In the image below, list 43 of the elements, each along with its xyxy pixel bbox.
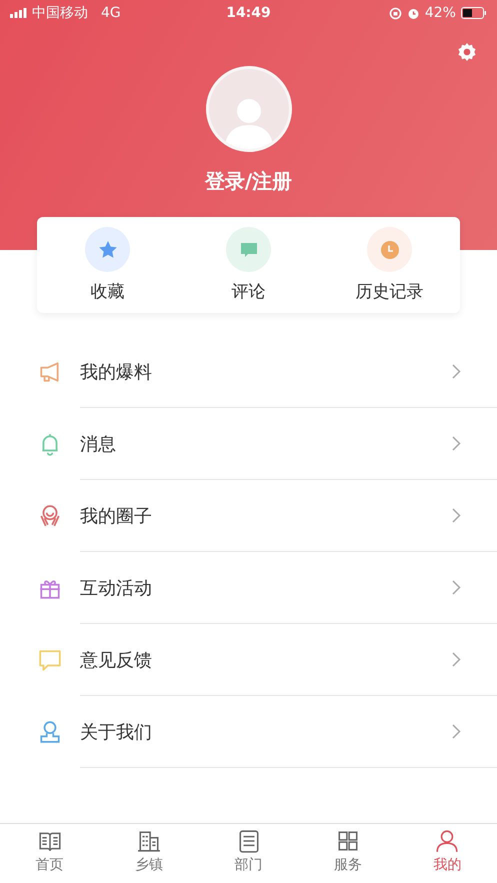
grid-icon [336, 829, 360, 853]
action-label: 收藏 [90, 281, 124, 303]
settings-icon [457, 42, 477, 62]
chevron-right-icon [452, 724, 461, 739]
tab[interactable]: 乡镇 [99, 824, 199, 883]
battery-percent: 42% [424, 5, 456, 21]
chevron-right-icon [452, 580, 461, 595]
menu-item[interactable]: 互动活动 [0, 552, 497, 624]
chevron-right-icon [452, 508, 461, 523]
menu-item[interactable]: 意见反馈 [0, 624, 497, 696]
signal-icon [10, 8, 27, 18]
tab[interactable]: 首页 [0, 824, 100, 883]
battery-icon [460, 7, 487, 19]
menu-item[interactable]: 关于我们 [0, 696, 497, 768]
action-label: 历史记录 [356, 281, 424, 303]
menu-item[interactable]: 消息 [0, 408, 497, 480]
settings-button[interactable] [457, 42, 477, 62]
user-icon [435, 829, 460, 853]
chevron-right-icon [452, 364, 461, 379]
menu-label: 意见反馈 [80, 648, 152, 672]
menu-item[interactable]: 我的爆料 [0, 336, 497, 408]
building-icon [137, 829, 162, 853]
rotation-lock-icon [388, 6, 402, 20]
menu-label: 我的圈子 [80, 504, 152, 528]
menu-label: 互动活动 [80, 576, 152, 600]
action-label: 评论 [232, 281, 266, 303]
menu-item[interactable]: 我的圈子 [0, 480, 497, 552]
tab[interactable]: 部门 [198, 824, 298, 883]
document-icon [236, 829, 261, 853]
action-button[interactable] [85, 227, 130, 272]
alarm-icon [406, 6, 420, 20]
action-button[interactable] [226, 227, 271, 272]
carrier-name: 中国移动 [32, 4, 88, 22]
chevron-right-icon [452, 436, 461, 451]
chevron-right-icon [452, 652, 461, 667]
status-time: 14:49 [226, 5, 271, 21]
menu-label: 消息 [80, 432, 116, 456]
action-button[interactable] [367, 227, 412, 272]
tab[interactable]: 服务 [298, 824, 398, 883]
tab[interactable]: 我的 [398, 824, 497, 883]
menu-label: 我的爆料 [80, 360, 152, 384]
menu-label: 关于我们 [80, 720, 152, 744]
network-type: 4G [101, 5, 121, 21]
